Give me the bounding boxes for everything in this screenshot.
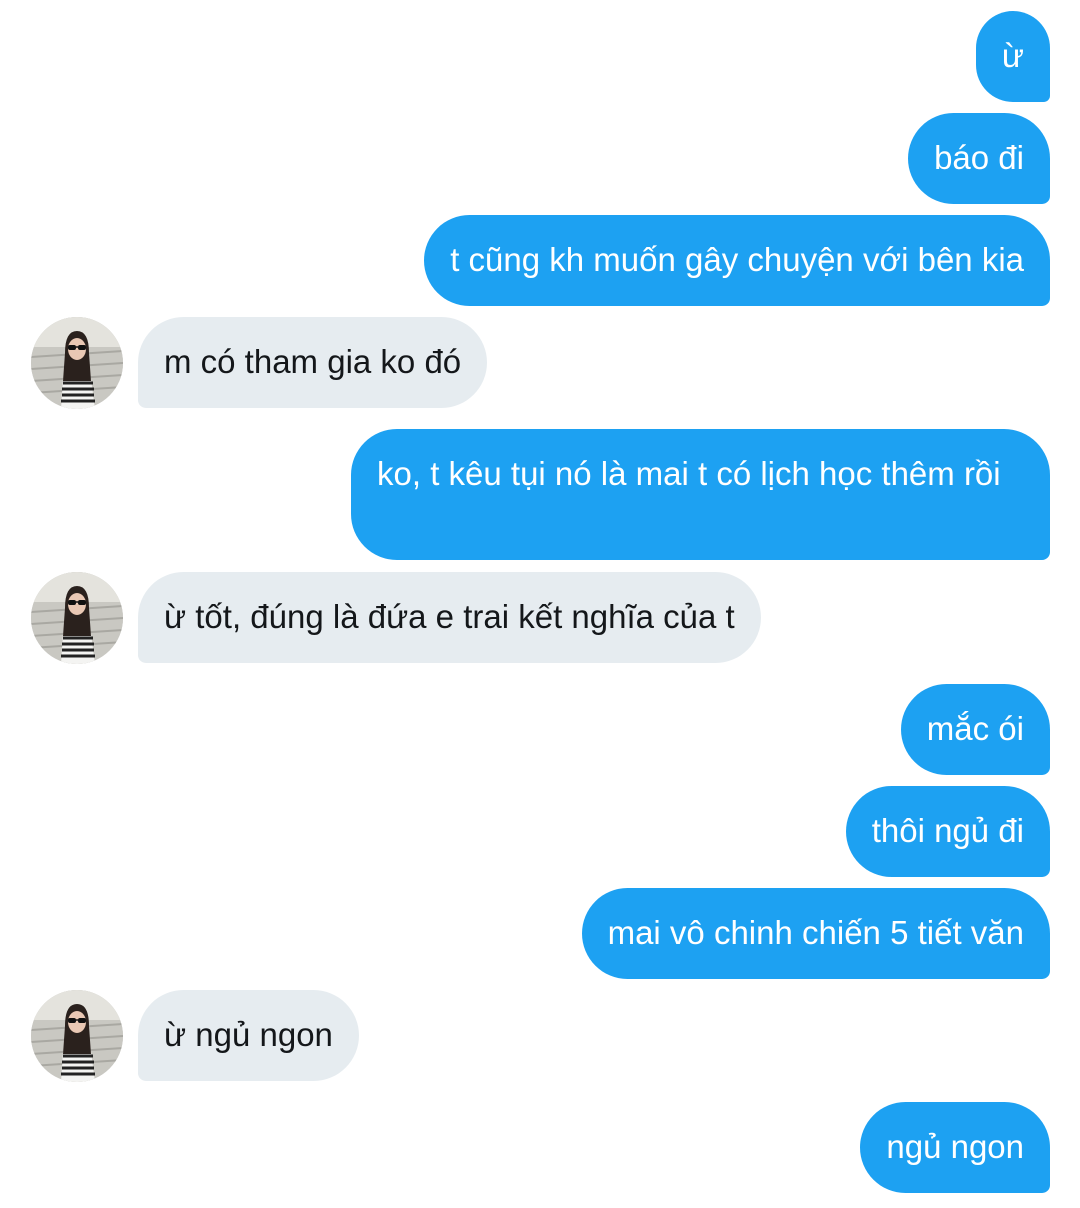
outgoing-message: ngủ ngon [0,0,1080,1200]
outgoing-message-bubble[interactable]: ngủ ngon [860,1102,1050,1193]
message-thread: ừ báo đi t cũng kh muốn gây chuyện với b… [0,0,1080,1208]
message-text: ngủ ngon [886,1128,1024,1165]
